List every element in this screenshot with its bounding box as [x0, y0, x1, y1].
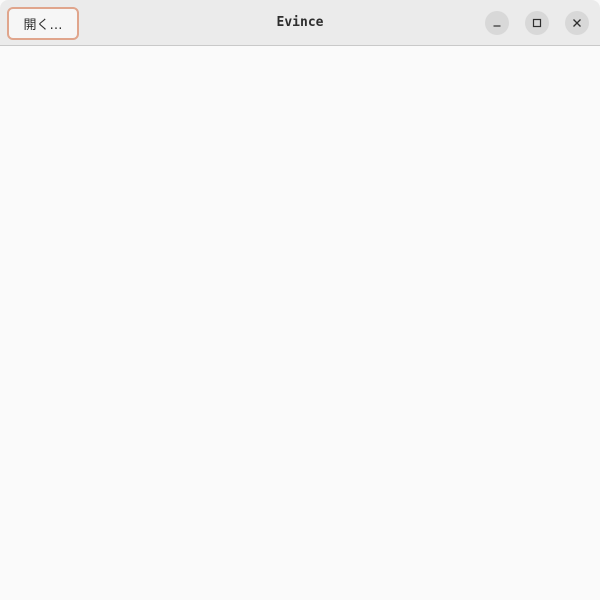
minimize-button[interactable]	[485, 11, 509, 35]
close-icon	[573, 19, 581, 27]
app-window: 開く… Evince	[0, 0, 600, 600]
document-view-area	[0, 46, 600, 600]
minimize-icon	[493, 25, 501, 27]
header-bar: 開く… Evince	[0, 0, 600, 46]
maximize-button[interactable]	[525, 11, 549, 35]
open-button[interactable]: 開く…	[7, 7, 79, 40]
window-title: Evince	[276, 15, 324, 30]
close-button[interactable]	[565, 11, 589, 35]
maximize-icon	[532, 18, 542, 28]
